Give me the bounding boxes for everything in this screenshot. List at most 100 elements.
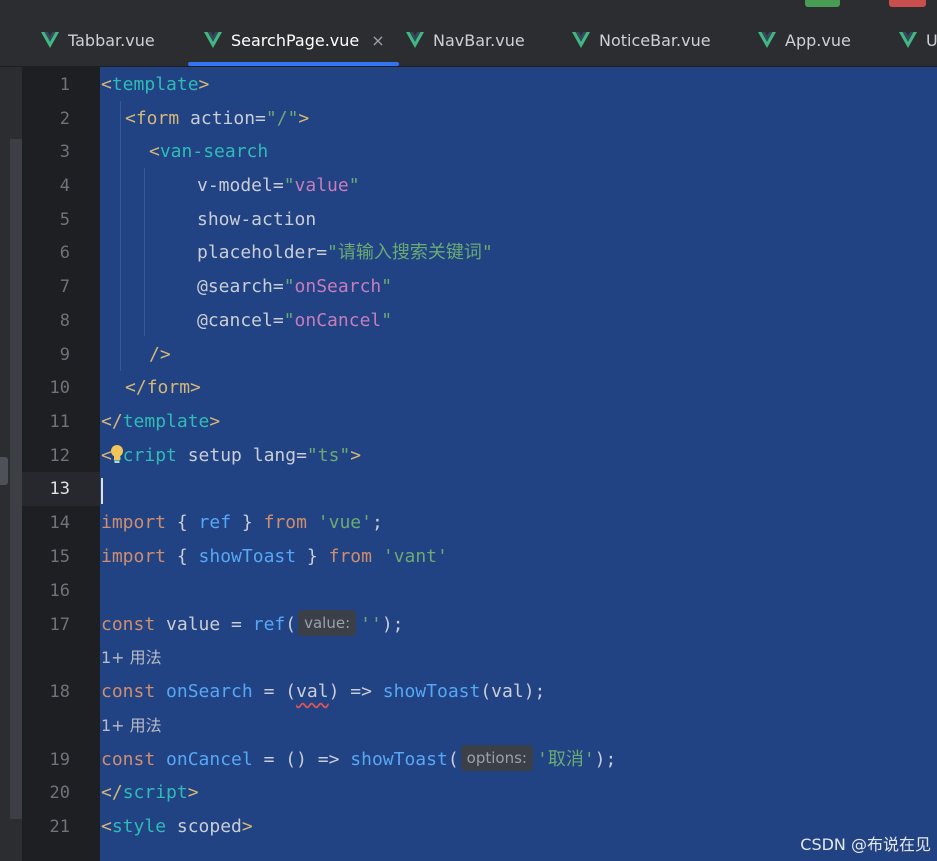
token: ref	[198, 512, 232, 533]
code-line-12[interactable]: <script setup lang="ts">	[101, 439, 361, 473]
token: >	[298, 108, 310, 129]
vue-file-icon	[758, 32, 776, 48]
parameter-hint: value:	[298, 610, 357, 636]
token: action=	[179, 108, 266, 129]
token: "	[381, 310, 393, 331]
token: '取消'	[536, 749, 595, 770]
vertical-scrollbar[interactable]	[10, 139, 22, 819]
close-icon[interactable]: ×	[371, 31, 384, 50]
token: = (	[252, 681, 297, 702]
token: ref	[252, 614, 286, 635]
line-number: 14	[49, 513, 70, 533]
token: );	[594, 749, 617, 770]
vue-file-icon	[41, 32, 59, 48]
left-tool-strip	[0, 67, 22, 861]
indent-guide	[144, 168, 145, 336]
vue-file-icon	[572, 32, 590, 48]
toolbar-green-button[interactable]	[805, 0, 840, 7]
tab-partial[interactable]: U	[899, 14, 937, 66]
token: onSearch	[166, 681, 253, 702]
code-line-5[interactable]: show-action	[197, 203, 316, 237]
token: <	[101, 74, 112, 95]
token: value =	[155, 614, 253, 635]
token: setup lang=	[176, 445, 307, 466]
line-number: 7	[59, 277, 70, 297]
tab-label: App.vue	[785, 30, 851, 50]
token: >	[350, 445, 362, 466]
token: >	[190, 377, 201, 398]
usage-hint[interactable]: 1+ 用法	[101, 641, 162, 675]
usage-hint[interactable]: 1+ 用法	[101, 709, 162, 743]
code-line-15[interactable]: import { showToast } from 'vant'	[101, 540, 448, 574]
tab-noticebar-vue[interactable]: NoticeBar.vue	[572, 14, 711, 66]
token: form	[135, 108, 180, 129]
token: ) =>	[328, 681, 383, 702]
parameter-hint: options:	[460, 745, 533, 771]
line-number: 16	[49, 581, 70, 601]
token: );	[381, 614, 404, 635]
code-line-9[interactable]: />	[149, 338, 171, 372]
token: {	[166, 546, 199, 567]
code-line-1[interactable]: <template>	[101, 68, 209, 102]
token: "	[283, 175, 295, 196]
code-line-17[interactable]: const value = ref(value: '');	[101, 608, 404, 642]
window-top-strip	[0, 0, 937, 14]
token: <	[125, 108, 136, 129]
code-line-10[interactable]: </form>	[125, 371, 201, 405]
token: showToast	[198, 546, 297, 567]
editor-tab-bar: Tabbar.vue SearchPage.vue × NavBar.vue N…	[0, 14, 937, 67]
token: @search=	[197, 276, 284, 297]
code-line-7[interactable]: @search="onSearch"	[197, 270, 392, 304]
token: placeholder=	[197, 242, 328, 263]
token: ;	[371, 512, 383, 533]
token: = () =>	[252, 749, 351, 770]
token: {	[166, 512, 199, 533]
code-line-6[interactable]: placeholder="请输入搜索关键词"	[197, 236, 493, 270]
line-number: 18	[49, 682, 70, 702]
lightbulb-icon[interactable]	[110, 444, 124, 464]
token: (val);	[480, 681, 546, 702]
token: "ts"	[306, 445, 351, 466]
token: >	[209, 411, 221, 432]
token: "	[381, 276, 393, 297]
code-line-18[interactable]: const onSearch = (val) => showToast(val)…	[101, 675, 545, 709]
token: }	[296, 546, 329, 567]
tab-searchpage-vue[interactable]: SearchPage.vue ×	[188, 14, 399, 66]
token: const	[101, 681, 156, 702]
code-line-4[interactable]: v-model="value"	[197, 169, 360, 203]
line-number: 21	[49, 817, 70, 837]
token: scoped	[166, 816, 242, 837]
line-number: 10	[49, 378, 70, 398]
token: 'vant'	[382, 546, 448, 567]
token: "请输入搜索关键词"	[327, 242, 493, 263]
toolbar-red-button[interactable]	[889, 0, 926, 7]
code-line-2[interactable]: <form action="/">	[125, 102, 309, 136]
token: import	[101, 512, 167, 533]
vue-file-icon	[204, 32, 222, 48]
line-number: 15	[49, 547, 70, 567]
indent-guide	[120, 101, 121, 371]
code-line-3[interactable]: <van-search	[149, 135, 268, 169]
token: "	[283, 310, 295, 331]
code-line-21[interactable]: <style scoped>	[101, 810, 253, 844]
tab-navbar-vue[interactable]: NavBar.vue	[406, 14, 525, 66]
tab-tabbar-vue[interactable]: Tabbar.vue	[41, 14, 155, 66]
token: ''	[360, 614, 382, 635]
tab-label: Tabbar.vue	[68, 30, 155, 50]
code-line-11[interactable]: </template>	[101, 405, 220, 439]
code-line-20[interactable]: </script>	[101, 776, 199, 810]
token: script	[122, 782, 188, 803]
code-line-8[interactable]: @cancel="onCancel"	[197, 304, 392, 338]
side-panel-handle[interactable]	[0, 457, 8, 485]
code-line-19[interactable]: const onCancel = () => showToast(options…	[101, 743, 616, 777]
line-number: 3	[59, 142, 70, 162]
watermark: CSDN @布说在见	[800, 835, 931, 854]
tab-app-vue[interactable]: App.vue	[758, 14, 851, 66]
token: (	[285, 614, 297, 635]
text-cursor	[101, 478, 103, 504]
token: </	[101, 411, 123, 432]
tab-label: U	[926, 30, 937, 50]
line-number: 1	[59, 75, 70, 95]
code-line-14[interactable]: import { ref } from 'vue';	[101, 506, 383, 540]
